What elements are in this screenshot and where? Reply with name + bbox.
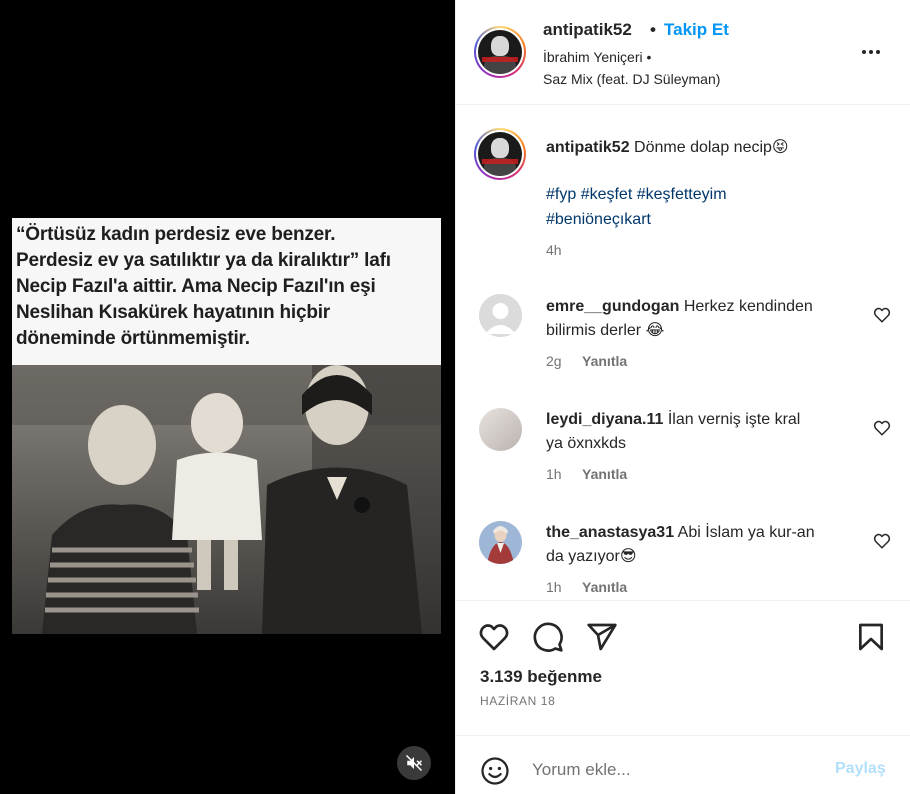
post-media-panel: “Örtüsüz kadın perdesiz eve benzer. Perd… [0, 0, 455, 794]
comment-emoji: 😂 [645, 322, 665, 339]
image-caption-text: “Örtüsüz kadın perdesiz eve benzer. Perd… [16, 224, 391, 349]
comment-text: Herkez kendinden [683, 298, 813, 315]
comment-like-icon[interactable] [873, 419, 891, 437]
reply-button[interactable]: Yanıtla [582, 353, 627, 369]
header-username[interactable]: antipatik52 [543, 20, 632, 40]
default-avatar-icon [479, 294, 522, 337]
comment-text-cont: ya öxnxkds [546, 435, 627, 452]
mute-icon [405, 754, 423, 772]
post-header: antipatik52 • Takip Et İbrahim Yeniçeri … [456, 0, 910, 105]
comment-text: Abi İslam ya kur-an [677, 524, 815, 541]
post-actions: 3.139 beğenme HAZİRAN 18 [456, 600, 910, 728]
header-separator: • [650, 20, 656, 39]
comment-avatar[interactable] [479, 408, 522, 451]
comment-item: emre__gundogan Herkez kendinden bilirmis… [546, 295, 866, 371]
reply-button[interactable]: Yanıtla [582, 579, 627, 595]
follow-button[interactable]: Takip Et [664, 20, 729, 40]
comment-time[interactable]: 2g [546, 353, 562, 369]
audio-track[interactable]: Saz Mix (feat. DJ Süleyman) [543, 71, 720, 87]
comment-input[interactable] [532, 756, 822, 784]
comment-time[interactable]: 1h [546, 466, 562, 482]
caption-time[interactable]: 4h [546, 242, 886, 258]
more-options-button[interactable] [859, 40, 883, 64]
comment-username[interactable]: the_anastasya31 [546, 524, 674, 541]
comment-username[interactable]: emre__gundogan [546, 298, 679, 315]
comment-avatar[interactable] [479, 521, 522, 564]
caption-text: Dönme dolap necip [634, 139, 772, 156]
comment-text-cont: bilirmis derler [546, 322, 642, 339]
bookmark-icon[interactable] [855, 621, 887, 653]
comment-item: the_anastasya31 Abi İslam ya kur-an da y… [546, 521, 866, 597]
caption-username[interactable]: antipatik52 [546, 139, 630, 156]
post-image[interactable]: “Örtüsüz kadın perdesiz eve benzer. Perd… [12, 218, 441, 634]
mute-button[interactable] [397, 746, 431, 780]
comment-emoji: 😎 [619, 548, 637, 565]
comments-list[interactable]: antipatik52 Dönme dolap necip😝 #fyp #keş… [456, 106, 910, 600]
comment-like-icon[interactable] [873, 532, 891, 550]
caption-emoji: 😝 [771, 139, 789, 156]
post-comment-button[interactable]: Paylaş [835, 760, 886, 778]
comment-like-icon[interactable] [873, 306, 891, 324]
comment-avatar[interactable] [479, 294, 522, 337]
caption-block: antipatik52 Dönme dolap necip😝 #fyp #keş… [546, 136, 886, 258]
caption-avatar[interactable] [474, 128, 526, 180]
caption-hashtags-line1[interactable]: #fyp #keşfet #keşfetteyim [546, 182, 886, 207]
reply-button[interactable]: Yanıtla [582, 466, 627, 482]
comment-item: leydi_diyana.11 İlan verniş işte kral ya… [546, 408, 866, 484]
post-side-panel: antipatik52 • Takip Et İbrahim Yeniçeri … [455, 0, 910, 794]
comment-composer: Paylaş [456, 735, 910, 794]
post-date[interactable]: HAZİRAN 18 [480, 694, 555, 708]
share-icon[interactable] [586, 621, 618, 653]
heart-icon[interactable] [478, 621, 510, 653]
comment-username[interactable]: leydi_diyana.11 [546, 411, 663, 428]
vintage-family-photo [12, 365, 441, 634]
emoji-icon[interactable] [480, 756, 510, 786]
comment-time[interactable]: 1h [546, 579, 562, 595]
header-avatar[interactable] [474, 26, 526, 78]
comment-text: İlan verniş işte kral [667, 411, 801, 428]
caption-hashtags-line2[interactable]: #beniöneçıkart [546, 207, 886, 232]
comment-text-cont: da yazıyor [546, 548, 620, 565]
likes-count[interactable]: 3.139 beğenme [480, 667, 602, 687]
painted-portrait-avatar [479, 521, 522, 564]
audio-artist[interactable]: İbrahim Yeniçeri • [543, 49, 651, 65]
comment-icon[interactable] [532, 621, 564, 653]
more-options-icon [862, 50, 880, 54]
